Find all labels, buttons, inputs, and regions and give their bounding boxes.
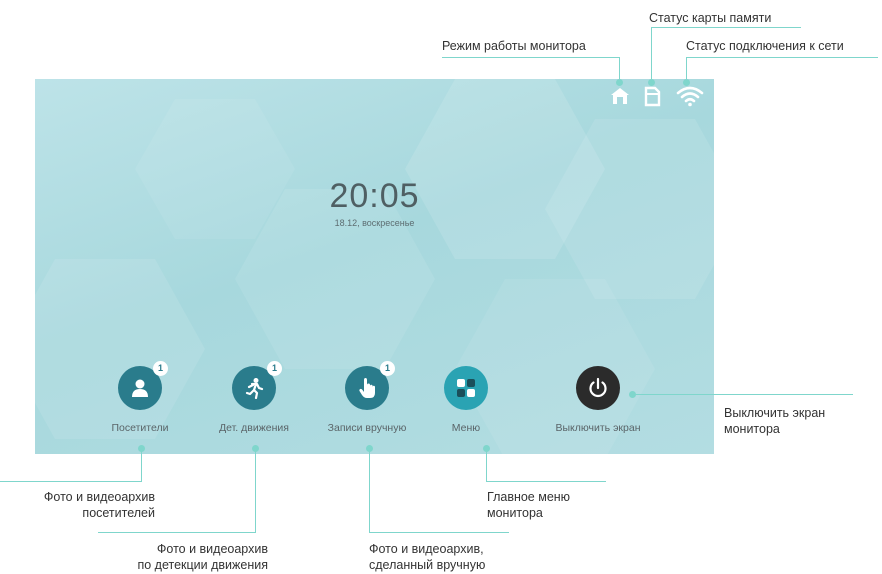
motion-label: Дет. движения [219, 422, 289, 434]
motion-leader-h [98, 532, 256, 533]
network-leader-h [686, 57, 878, 58]
menu-button[interactable]: Меню [406, 366, 526, 434]
hand-tap-icon [359, 378, 375, 398]
wifi-icon[interactable] [675, 85, 705, 107]
motion-detection-button[interactable]: 1 Дет. движения [194, 361, 314, 434]
visitors-leader-v [141, 449, 142, 482]
screen-off-label: Выключить экран [555, 422, 641, 434]
motion-badge: 1 [267, 361, 282, 376]
memory-card-dot [648, 79, 655, 86]
screen-off-annotation-1: Выключить экран [724, 406, 826, 420]
visitors-annotation-2: посетителей [82, 506, 155, 520]
memory-card-leader-v [651, 27, 652, 82]
running-man-icon [245, 378, 264, 399]
memory-card-status-label: Статус карты памяти [649, 11, 772, 25]
memory-card-leader-h [651, 27, 801, 28]
screen-off-button[interactable]: Выключить экран [538, 366, 658, 434]
manual-badge: 1 [380, 361, 395, 376]
screen-off-annotation-2: монитора [724, 422, 780, 436]
monitor-mode-label: Режим работы монитора [442, 39, 586, 53]
visitors-annotation-1: Фото и видеоархив [43, 490, 155, 504]
home-mode-icon[interactable] [609, 85, 631, 107]
manual-annotation-2: сделанный вручную [369, 558, 486, 572]
network-dot [683, 79, 690, 86]
manual-leader-v [369, 449, 370, 533]
manual-leader-h [369, 532, 509, 533]
screen-off-leader [633, 394, 853, 395]
motion-annotation-1: Фото и видеоархив [156, 542, 268, 556]
menu-annotation-2: монитора [487, 506, 543, 520]
motion-leader-v [255, 449, 256, 533]
clock-date: 18.12, воскресенье [334, 218, 415, 228]
menu-grid-icon [457, 379, 475, 397]
motion-annotation-2: по детекции движения [137, 558, 268, 572]
visitors-button[interactable]: 1 Посетители [80, 361, 200, 434]
menu-leader-v [486, 449, 487, 482]
monitor-mode-leader-h [442, 57, 620, 58]
monitor-screen: 20:05 18.12, воскресенье 1 Посетители 1 … [35, 79, 714, 454]
menu-label: Меню [451, 422, 481, 434]
monitor-mode-dot [616, 79, 623, 86]
manual-annotation-1: Фото и видеоархив, [369, 542, 484, 556]
power-icon [589, 377, 607, 398]
visitors-badge: 1 [153, 361, 168, 376]
network-status-label: Статус подключения к сети [686, 39, 844, 53]
visitors-leader-h [0, 481, 142, 482]
sd-card-icon[interactable] [641, 85, 663, 107]
menu-leader-h [486, 481, 606, 482]
person-icon [132, 379, 148, 397]
menu-annotation-1: Главное меню [487, 490, 571, 504]
visitors-label: Посетители [111, 422, 169, 434]
clock-time: 20:05 [329, 177, 420, 215]
